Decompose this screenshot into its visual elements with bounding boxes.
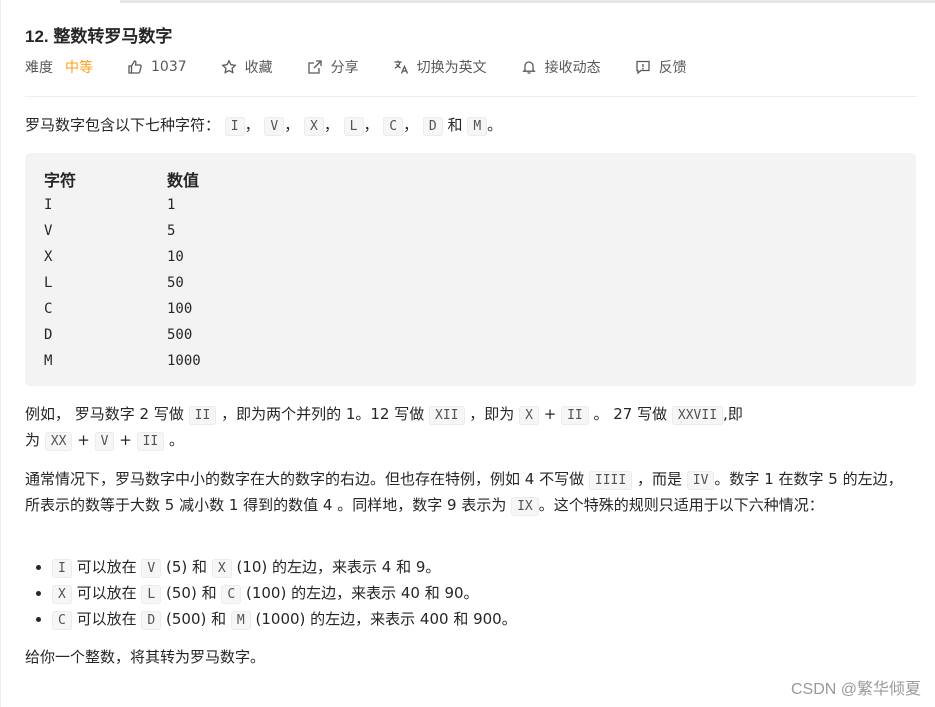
difficulty: 难度 中等 bbox=[25, 57, 93, 77]
symbol-code: I bbox=[224, 117, 245, 136]
roman-code: XII bbox=[429, 406, 465, 425]
special-case-paragraph: 通常情况下，罗马数字中小的数字在大的数字的右边。但也存在特例，例如 4 不写做 … bbox=[25, 470, 903, 516]
favorite-button[interactable]: 收藏 bbox=[221, 57, 273, 77]
header-divider bbox=[25, 96, 917, 97]
top-border bbox=[0, 0, 935, 3]
favorite-label: 收藏 bbox=[244, 60, 273, 76]
table-row: L 50 bbox=[44, 275, 184, 291]
share-icon bbox=[307, 60, 322, 74]
symbol-code: D bbox=[422, 117, 443, 136]
share-label: 分享 bbox=[330, 60, 359, 76]
left-border bbox=[0, 0, 1, 707]
roman-code: II bbox=[188, 406, 217, 425]
symbol-value-table-block: 字符 数值 I1 V5 X 10 L 50 C 100 D 500 M 1000 bbox=[25, 153, 916, 386]
feedback-icon bbox=[635, 60, 650, 75]
symbol-code: L bbox=[343, 117, 364, 136]
intro-paragraph: 罗马数字包含以下七种字符： I， V， X， L， C， D 和 M。 bbox=[25, 116, 503, 136]
roman-code: IIII bbox=[588, 471, 633, 490]
table-row: V5 bbox=[44, 223, 176, 239]
roman-code: II bbox=[561, 406, 589, 425]
symbol-code: M bbox=[467, 117, 488, 136]
table-row: C 100 bbox=[44, 301, 193, 317]
difficulty-label: 难度 bbox=[25, 60, 53, 76]
like-count: 1037 bbox=[151, 59, 187, 75]
example-paragraph: 例如， 罗马数字 2 写做 II ，即为两个并列的 1。12 写做 XII ，即… bbox=[25, 405, 743, 451]
roman-code: V bbox=[94, 432, 115, 451]
table-row: I1 bbox=[44, 197, 176, 213]
difficulty-value: 中等 bbox=[65, 60, 93, 76]
feedback-button[interactable]: 反馈 bbox=[635, 57, 687, 77]
bell-icon bbox=[521, 61, 536, 74]
task-paragraph: 给你一个整数，将其转为罗马数字。 bbox=[25, 648, 266, 666]
column-header-value: 数值 bbox=[167, 171, 200, 190]
rule-list: I 可以放在 V (5) 和 X (10) 的左边，来表示 4 和 9。 X 可… bbox=[26, 555, 517, 633]
thumbs-up-icon bbox=[128, 60, 142, 74]
subscribe-button[interactable]: 接收动态 bbox=[521, 57, 601, 77]
table-header-row: 字符 数值 bbox=[44, 166, 201, 192]
roman-code: X bbox=[519, 406, 539, 425]
roman-code: XXVII bbox=[671, 406, 724, 425]
list-item: C 可以放在 D (500) 和 M (1000) 的左边，来表示 400 和 … bbox=[52, 607, 517, 633]
roman-code: IV bbox=[686, 471, 715, 490]
like-button[interactable]: 1037 bbox=[127, 59, 187, 75]
symbol-code: X bbox=[304, 117, 324, 136]
symbol-code: C bbox=[383, 117, 404, 136]
roman-code: XX bbox=[44, 432, 73, 451]
subscribe-label: 接收动态 bbox=[544, 60, 601, 76]
star-icon bbox=[221, 59, 237, 74]
table-row: M 1000 bbox=[44, 353, 201, 369]
translate-icon bbox=[394, 60, 408, 74]
symbol-value-table: 字符 数值 I1 V5 X 10 L 50 C 100 D 500 M 1000 bbox=[44, 166, 201, 374]
problem-meta-bar: 难度 中等 1037 收藏 分享 切换为英文 接收动态 反馈 bbox=[25, 57, 721, 77]
feedback-label: 反馈 bbox=[658, 60, 687, 76]
list-item: I 可以放在 V (5) 和 X (10) 的左边，来表示 4 和 9。 bbox=[52, 555, 517, 581]
problem-title: 12. 整数转罗马数字 bbox=[25, 27, 173, 46]
switch-language-label: 切换为英文 bbox=[416, 60, 487, 76]
watermark: CSDN @繁华倾夏 bbox=[790, 681, 921, 698]
table-row: X 10 bbox=[44, 249, 184, 265]
roman-code: II bbox=[136, 432, 165, 451]
share-button[interactable]: 分享 bbox=[307, 57, 359, 77]
switch-language-button[interactable]: 切换为英文 bbox=[393, 57, 487, 77]
symbol-code: V bbox=[264, 117, 285, 136]
column-header-symbol: 字符 bbox=[44, 171, 77, 190]
list-item: X 可以放在 L (50) 和 C (100) 的左边，来表示 40 和 90。 bbox=[52, 581, 517, 607]
table-row: D 500 bbox=[44, 327, 193, 343]
roman-code: IX bbox=[511, 497, 539, 516]
